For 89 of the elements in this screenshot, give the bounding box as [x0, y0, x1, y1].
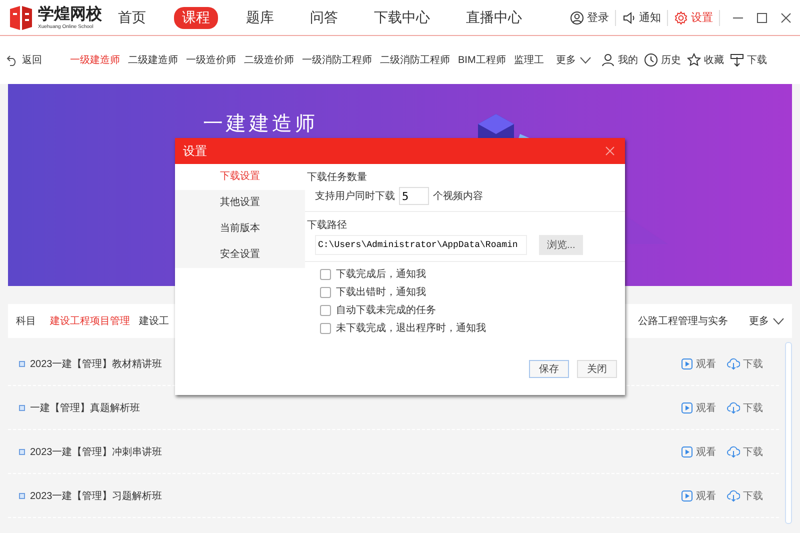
nav-tab[interactable]: 下载中心	[366, 6, 438, 28]
watch-button[interactable]: 观看	[681, 356, 716, 370]
field-label: 个视频内容	[433, 190, 483, 203]
category-tab[interactable]: 二级造价师	[244, 53, 294, 67]
watch-button[interactable]: 观看	[681, 400, 716, 414]
watch-button[interactable]: 观看	[681, 444, 716, 458]
checkbox-label: 下载出错时，通知我	[336, 286, 426, 299]
category-tab[interactable]: 监理工	[514, 53, 544, 67]
category-tab[interactable]: 二级建造师	[128, 53, 178, 67]
video-play-icon	[681, 358, 693, 370]
chevron-down-icon	[773, 318, 784, 324]
category-tab[interactable]: 一级消防工程师	[302, 53, 372, 67]
logo-icon	[8, 4, 34, 30]
category-tab[interactable]: BIM工程师	[458, 53, 506, 67]
cloud-download-icon	[727, 446, 740, 458]
more-button[interactable]: 更多	[556, 53, 591, 67]
nav-tab[interactable]: 课程	[174, 6, 218, 28]
close-icon[interactable]	[780, 12, 792, 24]
toolbar-button[interactable]: 收藏	[686, 53, 724, 67]
settings-nav-item[interactable]: 其他设置	[175, 190, 305, 216]
download-button[interactable]: 下载	[727, 356, 763, 370]
cloud-download-icon	[727, 402, 740, 414]
checkbox-label: 下载完成后，通知我	[336, 268, 426, 281]
category-tab[interactable]: 一级造价师	[186, 53, 236, 67]
checkbox-label: 自动下载未完成的任务	[336, 304, 436, 317]
toolbar-button[interactable]: 设置	[674, 10, 713, 25]
section-heading: 下载任务数量	[306, 170, 368, 184]
bullet-icon	[19, 448, 25, 454]
category-tab[interactable]: 二级消防工程师	[380, 53, 450, 67]
scrollbar-thumb[interactable]	[785, 342, 792, 524]
course-title: 2023一建【管理】冲刺串讲班	[30, 446, 162, 458]
download-button[interactable]: 下载	[727, 488, 763, 502]
course-title: 一建【管理】真题解析班	[30, 402, 140, 414]
course-title: 2023一建【管理】习题解析班	[30, 490, 162, 502]
video-play-icon	[681, 490, 693, 502]
user-icon	[570, 10, 584, 24]
subject-label: 科目	[16, 314, 36, 328]
cloud-download-icon	[727, 490, 740, 502]
toolbar-button[interactable]: 通知	[622, 10, 661, 25]
checkbox[interactable]	[320, 322, 331, 334]
cloud-download-icon	[727, 358, 740, 370]
star-icon	[686, 53, 701, 67]
field-label: 支持用户同时下载	[315, 190, 395, 203]
video-play-icon	[681, 446, 693, 458]
nav-tab[interactable]: 题库	[238, 6, 282, 28]
checkbox[interactable]	[320, 304, 331, 316]
nav-tab[interactable]: 首页	[110, 6, 154, 28]
dialog-title: 设置	[183, 142, 207, 160]
nav-tab[interactable]: 直播中心	[458, 6, 530, 28]
path-field[interactable]: C:\Users\Administrator\AppData\Roamin	[315, 235, 527, 255]
category-tab[interactable]: 一级建造师	[70, 53, 120, 67]
back-arrow-icon	[6, 54, 18, 66]
save-button[interactable]: 保存	[529, 360, 569, 378]
speaker-icon	[622, 10, 636, 24]
section-heading: 下载路径	[306, 218, 348, 232]
bullet-icon	[19, 492, 25, 498]
course-title: 2023一建【管理】教材精讲班	[30, 358, 162, 370]
toolbar-button[interactable]: 下载	[730, 53, 767, 67]
settings-nav-item[interactable]: 安全设置	[175, 242, 305, 268]
more-button[interactable]: 更多	[749, 314, 784, 328]
watch-button[interactable]: 观看	[681, 488, 716, 502]
settings-nav-item[interactable]: 当前版本	[175, 216, 305, 242]
checkbox-label: 未下载完成，退出程序时，通知我	[336, 322, 486, 335]
subject-tab[interactable]: 建设工	[139, 314, 169, 328]
back-button[interactable]: 返回	[6, 53, 70, 67]
download-button[interactable]: 下载	[727, 400, 763, 414]
download-button[interactable]: 下载	[727, 444, 763, 458]
video-play-icon	[681, 402, 693, 414]
close-button[interactable]: 关闭	[577, 360, 617, 378]
checkbox[interactable]	[320, 268, 331, 280]
settings-icon	[674, 10, 688, 24]
chevron-down-icon	[580, 56, 591, 64]
input-field[interactable]: 5	[399, 187, 429, 205]
toolbar-button[interactable]: 登录	[570, 10, 609, 25]
browse-button[interactable]: 浏览...	[539, 235, 584, 255]
download-icon	[730, 53, 744, 67]
checkbox[interactable]	[320, 286, 331, 298]
toolbar-button[interactable]: 我的	[600, 53, 638, 67]
subject-tab[interactable]: 建设工程项目管理	[50, 314, 130, 328]
toolbar-button[interactable]: 历史	[644, 53, 681, 67]
subject-tab[interactable]: 公路工程管理与实务	[638, 314, 728, 328]
banner-title: 一建建造师	[203, 112, 318, 137]
nav-tab[interactable]: 问答	[302, 6, 346, 28]
bullet-icon	[19, 404, 25, 410]
clock-icon	[644, 53, 658, 67]
bullet-icon	[19, 360, 25, 366]
person-icon	[600, 53, 615, 67]
maximize-icon[interactable]	[756, 12, 768, 24]
app-name: 学煌网校	[38, 6, 102, 24]
